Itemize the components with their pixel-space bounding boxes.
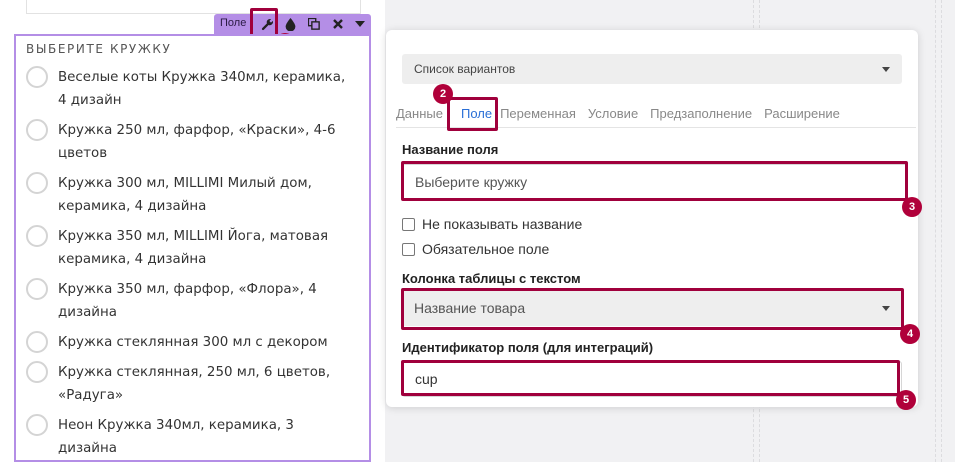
required-label: Обязательное поле [422,241,550,257]
option-item[interactable]: Неон Кружка 340мл, керамика, 3 дизайна [26,414,356,460]
badge-5: 5 [896,390,916,410]
radio-button[interactable] [26,361,48,383]
field-type-value: Список вариантов [414,62,516,76]
field-type-select[interactable]: Список вариантов [402,54,902,84]
widget-toolbar: Поле [214,14,371,34]
option-label: Кружка 250 мл, фарфор, «Краски», 4-6 цве… [58,123,336,161]
field-settings-panel: Список вариантов Данные Поле Переменная … [386,30,918,407]
badge-2: 2 [433,84,453,104]
drop-icon[interactable] [281,16,299,32]
field-id-label: Идентификатор поля (для интеграций) [402,340,654,355]
option-item[interactable]: Кружка 350 мл, MILLIMI Йога, матовая кер… [26,225,356,271]
widget-title: ВЫБЕРИТЕ КРУЖКУ [26,42,172,56]
option-label: Веселые коты Кружка 340мл, керамика, 4 д… [58,70,346,108]
tab-prefill[interactable]: Предзаполнение [650,104,758,126]
previous-widget [26,0,361,14]
tab-condition[interactable]: Условие [588,104,644,126]
tab-extension[interactable]: Расширение [764,104,846,126]
option-item[interactable]: Кружка стеклянная 300 мл с декором [26,331,356,354]
copy-icon[interactable] [305,16,323,32]
radio-widget[interactable]: ВЫБЕРИТЕ КРУЖКУ Веселые коты Кружка 340м… [14,34,371,462]
column-label: Колонка таблицы с текстом [402,271,581,286]
caret-down-icon[interactable] [351,16,369,32]
option-item[interactable]: Кружка стеклянная, 250 мл, 6 цветов, «Ра… [26,361,356,407]
option-item[interactable]: Кружка 300 мл, MILLIMI Милый дом, керами… [26,172,356,218]
option-item[interactable]: Кружка 250 мл, фарфор, «Краски», 4-6 цве… [26,119,356,165]
field-id-input[interactable]: cup [402,361,902,397]
radio-button[interactable] [26,66,48,88]
radio-button[interactable] [26,414,48,436]
option-label: Кружка 350 мл, MILLIMI Йога, матовая кер… [58,229,329,267]
option-label: Кружка стеклянная 300 мл с декором [58,335,328,350]
wrench-icon[interactable] [258,16,276,32]
option-label: Неон Кружка 340мл, керамика, 3 дизайна [58,418,294,456]
option-label: Кружка 300 мл, MILLIMI Милый дом, керами… [58,176,312,214]
close-icon[interactable] [329,16,347,32]
radio-button[interactable] [26,119,48,141]
options-list: Веселые коты Кружка 340мл, керамика, 4 д… [26,66,356,462]
radio-button[interactable] [26,278,48,300]
option-label: Кружка 350 мл, фарфор, «Флора», 4 дизайн… [58,282,317,320]
tab-data[interactable]: Данные [396,104,449,126]
field-name-input[interactable]: Выберите кружку [402,164,908,200]
caret-down-icon [882,306,890,311]
settings-tabs: Данные Поле Переменная Условие Предзапол… [396,104,852,126]
required-row[interactable]: Обязательное поле [402,241,549,257]
tabs-divider [396,127,916,128]
hide-name-label: Не показывать название [422,216,583,232]
background-stripe [935,0,942,462]
required-checkbox[interactable] [402,242,415,256]
toolbar-label: Поле [220,17,247,29]
radio-button[interactable] [26,331,48,353]
column-select[interactable]: Название товара [402,290,902,326]
column-value: Название товара [414,300,526,316]
field-name-label: Название поля [402,142,499,157]
tab-field[interactable]: Поле [455,104,498,126]
tab-variable[interactable]: Переменная [500,104,582,126]
radio-button[interactable] [26,225,48,247]
hide-name-row[interactable]: Не показывать название [402,216,582,232]
caret-down-icon [882,67,890,72]
option-item[interactable]: Веселые коты Кружка 340мл, керамика, 4 д… [26,66,356,112]
hide-name-checkbox[interactable] [402,217,415,231]
badge-4: 4 [900,324,920,344]
option-item[interactable]: Кружка 350 мл, фарфор, «Флора», 4 дизайн… [26,278,356,324]
radio-button[interactable] [26,172,48,194]
option-label: Кружка стеклянная, 250 мл, 6 цветов, «Ра… [58,365,331,403]
badge-3: 3 [902,197,922,217]
